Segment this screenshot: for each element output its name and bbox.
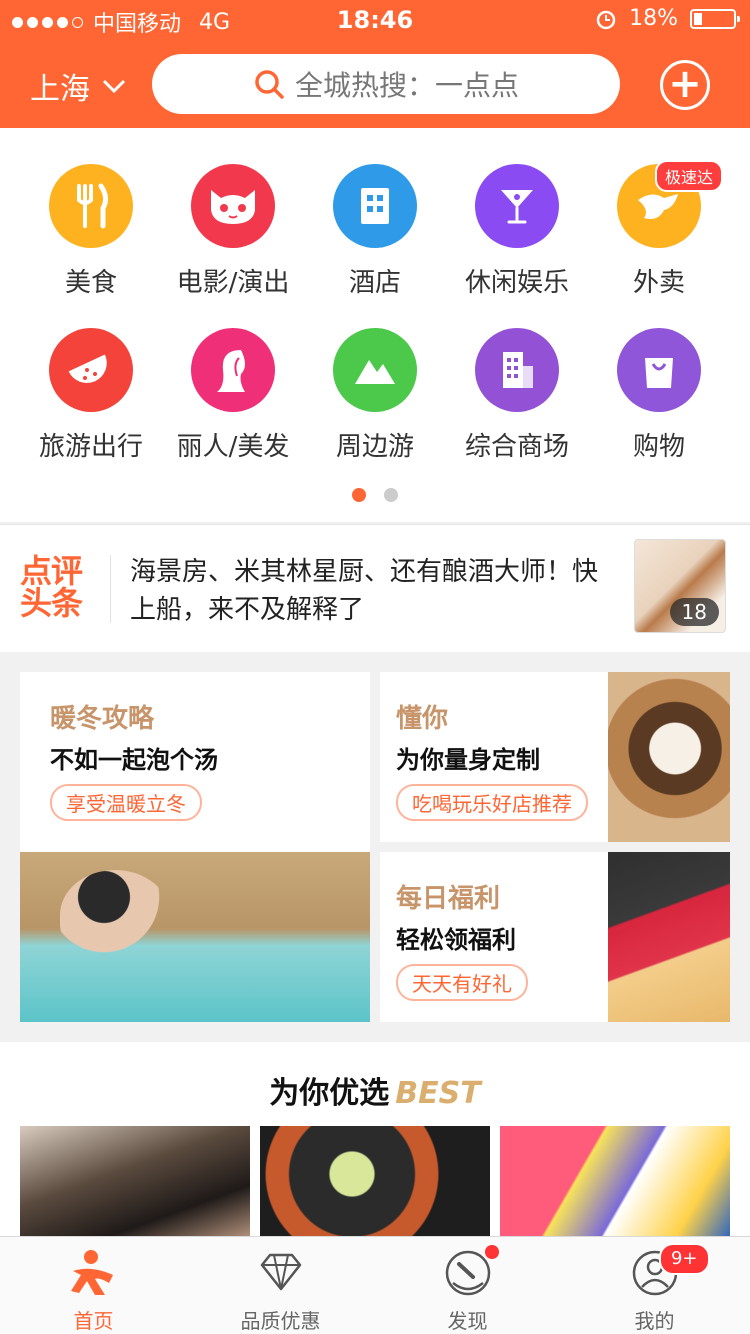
mountain-icon	[333, 328, 417, 412]
category-food[interactable]: 美食	[16, 164, 166, 299]
category-label: 酒店	[348, 268, 401, 298]
compass-icon	[443, 1245, 499, 1297]
coffee-image	[608, 672, 730, 842]
building-icon	[333, 164, 417, 248]
category-label: 综合商场	[464, 432, 569, 462]
category-label: 外卖	[632, 268, 685, 298]
divider	[110, 555, 111, 623]
home-icon	[69, 1247, 119, 1297]
promo-tag: 吃喝玩乐好店推荐	[396, 784, 588, 821]
lady-icon	[191, 328, 275, 412]
battery-icon	[690, 8, 740, 29]
category-hotel[interactable]: 酒店	[300, 164, 450, 299]
fork-knife-icon	[49, 164, 133, 248]
category-label: 周边游	[335, 432, 414, 462]
best-picks-section: 为你优选 BEST	[0, 1042, 750, 1236]
best-pick-card[interactable]	[260, 1126, 490, 1236]
category-label: 购物	[632, 432, 685, 462]
tab-mine[interactable]: 9+ 我的	[561, 1243, 748, 1334]
search-input[interactable]: 全城热搜：一点点	[152, 54, 620, 114]
cat-icon	[191, 164, 275, 248]
category-label: 休闲娱乐	[464, 268, 569, 298]
promo-tag: 享受温暖立冬	[50, 784, 202, 821]
chevron-down-icon	[102, 79, 126, 94]
tab-label: 品质优惠	[240, 1309, 321, 1333]
watermelon-icon	[49, 328, 133, 412]
delivery-icon: 极速达	[617, 160, 723, 248]
promo-title: 每日福利	[396, 884, 501, 914]
battery-percent: 18%	[629, 6, 678, 31]
gift-envelope-image	[608, 852, 730, 1022]
category-grid: 美食 电影/演出 酒店 休闲娱乐 极速达 外卖 旅游出行 丽人/美发 周边游 综…	[0, 128, 750, 522]
tab-quality-deals[interactable]: 品质优惠	[187, 1247, 374, 1334]
best-pick-card[interactable]	[500, 1126, 730, 1236]
hotspring-image	[20, 852, 370, 1022]
alarm-icon	[596, 10, 616, 29]
express-badge: 极速达	[654, 160, 723, 192]
category-leisure[interactable]: 休闲娱乐	[442, 164, 592, 299]
promo-card-daily[interactable]: 每日福利 轻松领福利 天天有好礼	[380, 852, 730, 1022]
promo-title: 暖冬攻略	[50, 704, 155, 734]
notification-dot	[484, 1245, 499, 1259]
news-thumbnail: 18	[634, 539, 726, 633]
category-label: 电影/演出	[176, 268, 290, 298]
news-logo: 点评头条	[20, 552, 83, 622]
category-nearby-trip[interactable]: 周边游	[300, 328, 450, 463]
promo-card-winter[interactable]: 暖冬攻略 不如一起泡个汤 享受温暖立冬	[20, 672, 370, 1022]
tab-label: 首页	[73, 1309, 114, 1333]
section-title: 为你优选 BEST	[0, 1068, 750, 1112]
bottom-tab-bar: 首页 品质优惠 发现 9+ 我的	[0, 1236, 750, 1334]
category-label: 旅游出行	[38, 432, 143, 462]
section-title-text: 为你优选	[269, 1076, 390, 1111]
add-button[interactable]: +	[660, 60, 710, 110]
category-movie[interactable]: 电影/演出	[158, 164, 308, 299]
category-label: 丽人/美发	[176, 432, 290, 462]
app-header: 中国移动 4G 18:46 18% 上海 全城热搜：一点点 +	[0, 0, 750, 128]
promo-tag: 天天有好礼	[396, 964, 528, 1001]
promo-card-know[interactable]: 懂你 为你量身定制 吃喝玩乐好店推荐	[380, 672, 730, 842]
promo-subtitle: 不如一起泡个汤	[50, 746, 218, 774]
promo-title: 懂你	[396, 704, 449, 734]
cocktail-icon	[475, 164, 559, 248]
tab-discover[interactable]: 发现	[374, 1245, 561, 1334]
tab-label: 发现	[447, 1309, 488, 1333]
page-indicator	[0, 488, 750, 502]
promo-subtitle: 为你量身定制	[396, 746, 540, 774]
news-headline-bar[interactable]: 点评头条 海景房、米其林星厨、还有酿酒大师！快上船，来不及解释了 18	[0, 524, 750, 652]
status-bar: 中国移动 4G 18:46 18%	[0, 0, 750, 40]
tab-home[interactable]: 首页	[0, 1247, 187, 1334]
unread-count-badge: 9+	[658, 1243, 710, 1275]
city-name: 上海	[30, 72, 90, 107]
diamond-icon	[256, 1247, 306, 1297]
category-mall[interactable]: 综合商场	[442, 328, 592, 463]
promo-subtitle: 轻松领福利	[396, 926, 516, 954]
shopping-bag-icon	[617, 328, 701, 412]
city-selector[interactable]: 上海	[30, 64, 126, 108]
plus-icon: +	[668, 61, 702, 107]
mall-icon	[475, 328, 559, 412]
search-icon	[255, 70, 284, 99]
category-label: 美食	[64, 268, 117, 298]
user-icon: 9+	[630, 1243, 710, 1297]
image-count-badge: 18	[669, 598, 719, 626]
tab-label: 我的	[634, 1309, 675, 1333]
page-dot	[384, 488, 398, 502]
category-takeout[interactable]: 极速达 外卖	[584, 160, 734, 299]
page-dot-active	[352, 488, 366, 502]
category-shopping[interactable]: 购物	[584, 328, 734, 463]
search-placeholder: 全城热搜：一点点	[294, 69, 519, 102]
best-pick-card[interactable]	[20, 1126, 250, 1236]
category-beauty[interactable]: 丽人/美发	[158, 328, 308, 463]
news-headline: 海景房、米其林星厨、还有酿酒大师！快上船，来不及解释了	[130, 557, 599, 625]
category-travel[interactable]: 旅游出行	[16, 328, 166, 463]
section-title-en: BEST	[395, 1076, 481, 1111]
